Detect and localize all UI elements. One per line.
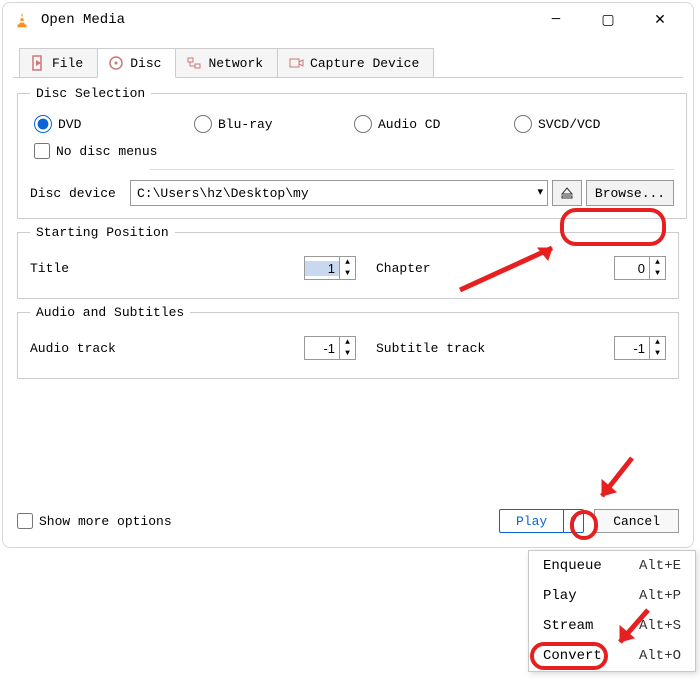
show-more-label: Show more options (39, 514, 172, 529)
disc-selection-legend: Disc Selection (30, 86, 151, 101)
tab-file[interactable]: File (19, 48, 98, 78)
menu-play-shortcut: Alt+P (639, 588, 681, 604)
disc-icon (108, 55, 124, 71)
tab-disc-label: Disc (130, 56, 161, 71)
title-input[interactable] (305, 261, 339, 276)
subtitle-track-label: Subtitle track (356, 341, 496, 356)
vlc-icon (13, 11, 31, 29)
tab-bar: File Disc Network Capture Device (13, 47, 683, 78)
tab-network[interactable]: Network (175, 48, 278, 78)
minimize-button[interactable]: ─ (541, 7, 571, 33)
menu-convert[interactable]: Convert Alt+O (529, 641, 695, 671)
chapter-spinner[interactable]: ▲▼ (614, 256, 666, 280)
close-button[interactable]: ✕ (645, 7, 675, 33)
spin-down-icon[interactable]: ▼ (650, 268, 665, 279)
menu-play[interactable]: Play Alt+P (529, 581, 695, 611)
title-label: Title (30, 261, 140, 276)
disc-device-combo[interactable]: C:\Users\hz\Desktop\my ▾ (130, 180, 548, 206)
spin-up-icon[interactable]: ▲ (340, 257, 355, 268)
spin-up-icon[interactable]: ▲ (340, 337, 355, 348)
browse-button-label: Browse... (595, 186, 665, 201)
capture-icon (288, 55, 304, 71)
tab-file-label: File (52, 56, 83, 71)
audio-track-input[interactable] (305, 341, 339, 356)
menu-enqueue-shortcut: Alt+E (639, 558, 681, 574)
network-icon (186, 55, 202, 71)
no-disc-menus-checkbox[interactable] (34, 143, 50, 159)
radio-dvd-label: DVD (58, 117, 81, 132)
menu-convert-label: Convert (543, 648, 639, 664)
disc-selection-group: Disc Selection DVD Blu-ray Audio CD SVCD… (17, 86, 687, 219)
show-more-checkbox[interactable] (17, 513, 33, 529)
window-title: Open Media (41, 12, 125, 28)
disc-device-label: Disc device (30, 186, 126, 201)
spin-down-icon[interactable]: ▼ (340, 348, 355, 359)
spin-down-icon[interactable]: ▼ (340, 268, 355, 279)
radio-bluray-label: Blu-ray (218, 117, 273, 132)
menu-stream[interactable]: Stream Alt+S (529, 611, 695, 641)
disc-device-value: C:\Users\hz\Desktop\my (137, 186, 309, 201)
eject-icon (560, 186, 574, 200)
audio-track-label: Audio track (30, 341, 140, 356)
show-more-options[interactable]: Show more options (17, 513, 172, 529)
radio-svcd[interactable]: SVCD/VCD (514, 115, 674, 133)
tab-capture-label: Capture Device (310, 56, 419, 71)
titlebar: Open Media ─ ▢ ✕ (3, 3, 693, 37)
menu-stream-label: Stream (543, 618, 639, 634)
tab-capture[interactable]: Capture Device (277, 48, 434, 78)
cancel-button-label: Cancel (613, 514, 660, 529)
menu-enqueue[interactable]: Enqueue Alt+E (529, 551, 695, 581)
play-dropdown-menu: Enqueue Alt+E Play Alt+P Stream Alt+S Co… (528, 550, 696, 672)
content-area: File Disc Network Capture Device Disc Se… (3, 37, 693, 395)
subtitle-track-spinner[interactable]: ▲▼ (614, 336, 666, 360)
eject-button[interactable] (552, 180, 582, 206)
audio-subtitles-legend: Audio and Subtitles (30, 305, 190, 320)
menu-stream-shortcut: Alt+S (639, 618, 681, 634)
menu-enqueue-label: Enqueue (543, 558, 639, 574)
radio-svcd-label: SVCD/VCD (538, 117, 600, 132)
play-button-label: Play (516, 514, 547, 529)
browse-button[interactable]: Browse... (586, 180, 674, 206)
chapter-label: Chapter (356, 261, 496, 276)
subtitle-track-input[interactable] (615, 341, 649, 356)
maximize-button[interactable]: ▢ (593, 7, 623, 33)
footer-bar: Show more options Play ▼ Cancel (17, 509, 679, 533)
menu-convert-shortcut: Alt+O (639, 648, 681, 664)
menu-play-label: Play (543, 588, 639, 604)
starting-position-group: Starting Position Title ▲▼ Chapter ▲▼ (17, 225, 679, 299)
no-disc-menus-label: No disc menus (56, 144, 157, 159)
radio-bluray[interactable]: Blu-ray (194, 115, 354, 133)
tab-network-label: Network (208, 56, 263, 71)
radio-audiocd[interactable]: Audio CD (354, 115, 514, 133)
starting-position-legend: Starting Position (30, 225, 175, 240)
play-split-button: Play ▼ (499, 509, 584, 533)
spin-up-icon[interactable]: ▲ (650, 337, 665, 348)
spin-up-icon[interactable]: ▲ (650, 257, 665, 268)
radio-dvd[interactable]: DVD (34, 115, 194, 133)
audio-subtitles-group: Audio and Subtitles Audio track ▲▼ Subti… (17, 305, 679, 379)
title-spinner[interactable]: ▲▼ (304, 256, 356, 280)
separator (150, 169, 674, 170)
play-button[interactable]: Play (500, 510, 563, 532)
cancel-button[interactable]: Cancel (594, 509, 679, 533)
spin-down-icon[interactable]: ▼ (650, 348, 665, 359)
open-media-window: Open Media ─ ▢ ✕ File Disc Network Captu… (2, 2, 694, 548)
file-icon (30, 55, 46, 71)
play-dropdown-button[interactable]: ▼ (563, 510, 583, 532)
audio-track-spinner[interactable]: ▲▼ (304, 336, 356, 360)
tab-disc[interactable]: Disc (97, 48, 176, 78)
chevron-down-icon: ▾ (537, 185, 543, 199)
radio-audiocd-label: Audio CD (378, 117, 440, 132)
chapter-input[interactable] (615, 261, 649, 276)
